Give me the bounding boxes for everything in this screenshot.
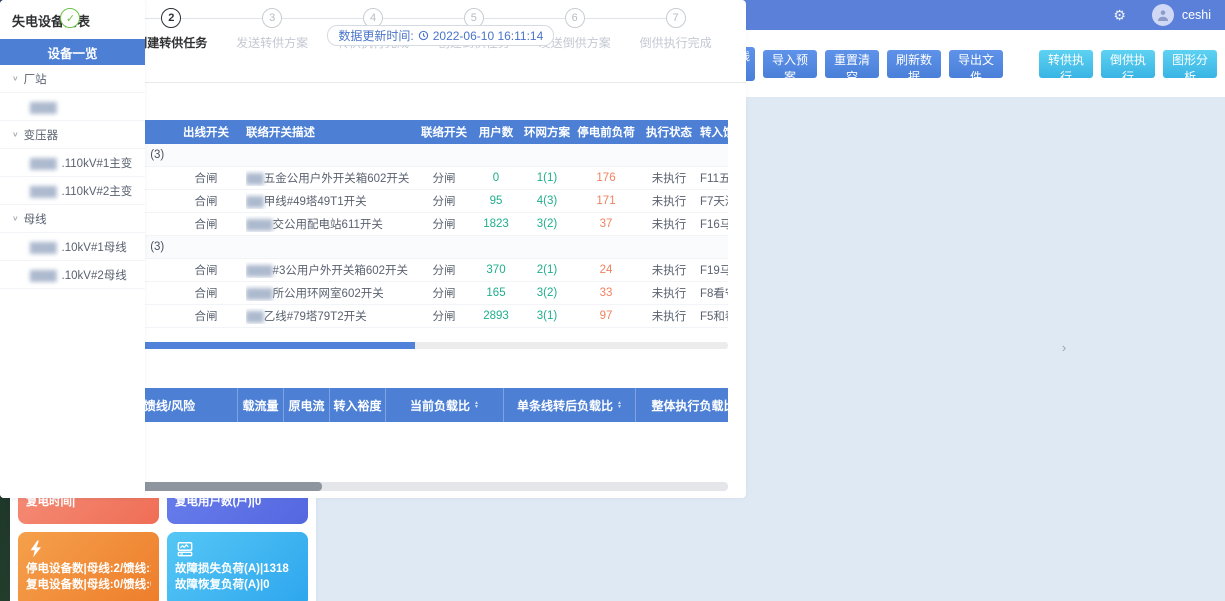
tree-group-bus[interactable]: ∨母线 [0,205,145,233]
username: ceshi [1182,8,1211,22]
sort-icon[interactable]: ▲▼ [474,401,479,409]
expand-right-panel-handle[interactable]: › [1058,332,1070,362]
tree-leaf-bus2[interactable]: ▇▇▇.10kV#2母线 [0,261,145,289]
step-send-transfer-plan: 3 发送转供方案 [222,8,323,51]
tree-leaf-transformer1[interactable]: ▇▇▇.110kV#1主变 [0,149,145,177]
nav-right: ⚙ ceshi [1113,4,1225,26]
device-tree: ∨厂站 ▇▇▇ ∨变压器 ▇▇▇.110kV#1主变 ▇▇▇.110kV#2主变… [0,65,145,289]
sort-icon[interactable]: ▲▼ [617,401,622,409]
step-backfeed-done: 7 倒供执行完成 [625,8,726,51]
reset-clear-button[interactable]: 重置清空 [825,50,879,78]
app-root: 主配协同自愈控制系统 主配协同自愈 电网运行风险分析 电网运行模拟预案 ⚙ ce… [0,0,1225,601]
transfer-execute-button[interactable]: 转供执行 [1039,50,1093,78]
bolt-icon [26,539,151,561]
graph-analysis-button[interactable]: 图形分析 [1163,50,1217,78]
tree-leaf-bus1[interactable]: ▇▇▇.10kV#1母线 [0,233,145,261]
toolbar-buttons: 分析转出馈线 转供电方案 导入预案 重置清空 刷新数据 导出文件 转供执行 倒供… [679,47,1225,81]
tree-leaf-station[interactable]: ▇▇▇ [0,93,145,121]
tree-group-transformer[interactable]: ∨变压器 [0,121,145,149]
import-plan-button[interactable]: 导入预案 [763,50,817,78]
device-overview-header[interactable]: 设备一览 [0,39,145,65]
export-file-button[interactable]: 导出文件 [949,50,1003,78]
avatar-icon [1152,4,1174,26]
gear-icon[interactable]: ⚙ [1113,7,1126,24]
chevron-down-icon: ∨ [12,74,19,83]
right-panel: 失电设备列表 设备一览 ∨厂站 ▇▇▇ ∨变压器 ▇▇▇.110kV#1主变 ▇… [0,0,145,498]
outage-devices-card: 停电设备数|母线:2/馈线:12 复电设备数|母线:0/馈线:0 [18,532,159,601]
backfeed-execute-button[interactable]: 倒供执行 [1101,50,1155,78]
update-time-value: 2022-06-10 16:11:14 [433,29,544,43]
tree-leaf-transformer2[interactable]: ▇▇▇.110kV#2主变 [0,177,145,205]
user-box[interactable]: ceshi [1152,4,1211,26]
load-monitor-icon [175,539,300,561]
refresh-data-button[interactable]: 刷新数据 [887,50,941,78]
update-time-label: 数据更新时间: [338,27,413,44]
chevron-down-icon: ∨ [12,214,19,223]
clock-icon [418,30,429,41]
fault-load-card: 故障损失负荷(A)|1318 故障恢复负荷(A)|0 [167,532,308,601]
chevron-down-icon: ∨ [12,130,19,139]
update-time-chip: 数据更新时间: 2022-06-10 16:11:14 [327,25,554,46]
tree-group-station[interactable]: ∨厂站 [0,65,145,93]
